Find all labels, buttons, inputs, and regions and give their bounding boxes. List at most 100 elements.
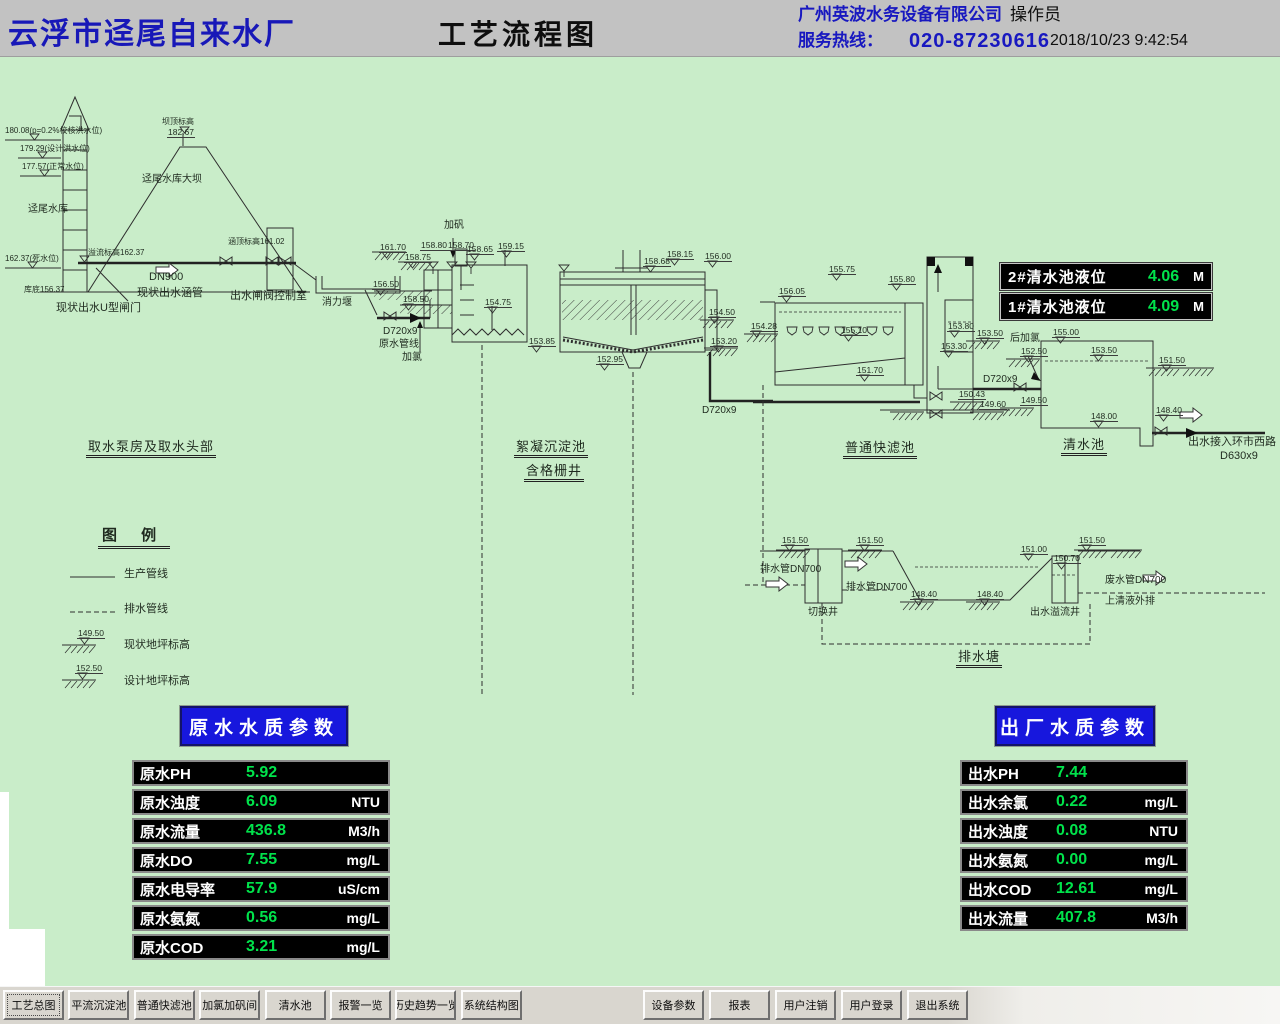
param-value: 407.8 xyxy=(1056,909,1096,927)
diagram-label-56: 153.50 xyxy=(1090,346,1118,356)
param-label: 原水DO xyxy=(140,850,246,871)
diagram-label-57: 151.50 xyxy=(1158,356,1186,366)
param-label: 出水浊度 xyxy=(968,821,1056,842)
nav-button-user-logout[interactable]: 用户注销 xyxy=(775,990,836,1020)
diagram-label-40: 156.05 xyxy=(778,287,806,297)
nav-button-history-trend[interactable]: 历史趋势一览 xyxy=(395,990,456,1020)
diagram-label-44: 154.28 xyxy=(750,322,778,332)
diagram-label-29: 154.75 xyxy=(484,298,512,308)
param-label: 原水氨氮 xyxy=(140,908,246,929)
diagram-label-46: 153.80 xyxy=(947,322,975,332)
header-bar: 云浮市迳尾自来水厂 工艺流程图 广州英波水务设备有限公司 操作员 服务热线： 0… xyxy=(0,0,1280,57)
diagram-label-37: D720x9 xyxy=(702,406,736,417)
diagram-label-83: 152.50 xyxy=(75,664,103,674)
bottom-navbar: 工艺总图平流沉淀池普通快滤池加氯加矾间清水池报警一览历史趋势一览系统结构图 设备参… xyxy=(0,986,1280,1024)
nav-button-rapid-filter[interactable]: 普通快滤池 xyxy=(134,990,195,1020)
diagram-label-75: 排水塘 xyxy=(956,650,1002,668)
param-value: 0.00 xyxy=(1056,851,1087,869)
param-value: 6.09 xyxy=(246,793,277,811)
diagram-label-34: 153.20 xyxy=(710,337,738,347)
param-label: 原水COD xyxy=(140,937,246,958)
param-value: 0.22 xyxy=(1056,793,1087,811)
diagram-label-19: 156.50 xyxy=(372,280,400,290)
diagram-label-74: 出水溢流井 xyxy=(1030,608,1080,619)
param-unit: mg/L xyxy=(1145,881,1180,897)
outlet-water-row-2: 出水浊度0.08NTU xyxy=(960,818,1188,844)
nav-button-horizontal-sedimentation[interactable]: 平流沉淀池 xyxy=(68,990,129,1020)
diagram-label-64: 151.50 xyxy=(781,536,809,546)
nav-button-device-params[interactable]: 设备参数 xyxy=(643,990,704,1020)
nav-button-alarm-list[interactable]: 报警一览 xyxy=(330,990,391,1020)
nav-button-user-login[interactable]: 用户登录 xyxy=(841,990,902,1020)
diagram-label-22: 原水管线 xyxy=(379,340,419,351)
raw-water-row-3: 原水DO7.55 mg/L xyxy=(132,847,390,873)
diagram-label-80: 排水管线 xyxy=(124,604,168,616)
level-label: 1#清水池液位 xyxy=(1008,296,1107,317)
raw-water-row-6: 原水COD3.21mg/L xyxy=(132,934,390,960)
header-info: 广州英波水务设备有限公司 操作员 服务热线： 020-87230616 2018… xyxy=(798,2,1278,54)
diagram-label-3: 迳尾水库 xyxy=(28,205,68,216)
diagram-label-41: 155.75 xyxy=(828,265,856,275)
raw-water-row-4: 原水电导率57.9uS/cm xyxy=(132,876,390,902)
param-value: 3.21 xyxy=(246,938,277,956)
diagram-label-6: 库底156.37 xyxy=(24,286,64,294)
diagram-label-28: 159.15 xyxy=(497,242,525,252)
param-value: 0.56 xyxy=(246,909,277,927)
nav-button-report[interactable]: 报表 xyxy=(709,990,770,1020)
diagram-label-70: 148.40 xyxy=(976,590,1004,600)
raw-water-row-2: 原水流量436.8M3/h xyxy=(132,818,390,844)
diagram-label-5: 溢流标高162.37 xyxy=(88,249,144,257)
diagram-label-7: 现状出水U型闸门 xyxy=(56,303,141,315)
nav-button-chlorine-alum-room[interactable]: 加氯加矾间 xyxy=(199,990,260,1020)
diagram-label-35: 153.85 xyxy=(528,337,556,347)
nav-button-system-structure[interactable]: 系统结构图 xyxy=(461,990,522,1020)
nav-button-clear-water-tank[interactable]: 清水池 xyxy=(265,990,326,1020)
param-unit: mg/L xyxy=(347,852,382,868)
diagram-label-42: 155.80 xyxy=(888,275,916,285)
param-label: 原水浊度 xyxy=(140,792,246,813)
level-display-2: 1#清水池液位4.09M xyxy=(1000,293,1212,320)
param-value: 7.55 xyxy=(246,851,277,869)
level-value: 4.09 xyxy=(1148,298,1179,316)
diagram-label-51: 149.60 xyxy=(979,400,1007,410)
window-corner-strip xyxy=(0,929,45,986)
diagram-label-76: 废水管DN700 xyxy=(1105,576,1166,587)
diagram-label-52: 普通快滤池 xyxy=(843,441,917,459)
nav-button-exit-system[interactable]: 退出系统 xyxy=(907,990,968,1020)
param-unit: M3/h xyxy=(1146,910,1180,926)
diagram-label-30: 158.68 xyxy=(643,257,671,267)
scada-screen: 云浮市迳尾自来水厂 工艺流程图 广州英波水务设备有限公司 操作员 服务热线： 0… xyxy=(0,0,1280,1024)
diagram-label-68: 151.50 xyxy=(1078,536,1106,546)
nav-button-process-overview[interactable]: 工艺总图 xyxy=(3,990,64,1020)
diagram-label-32: 156.00 xyxy=(704,252,732,262)
param-label: 出水氨氮 xyxy=(968,850,1056,871)
param-unit: uS/cm xyxy=(338,881,382,897)
raw-water-row-0: 原水PH5.92 xyxy=(132,760,390,786)
diagram-label-47: 153.30 xyxy=(940,342,968,352)
param-label: 原水流量 xyxy=(140,821,246,842)
diagram-label-14: 出水闸阀控制室 xyxy=(230,291,307,303)
diagram-label-53: 后加氯 xyxy=(1010,334,1040,345)
diagram-label-55: 152.50 xyxy=(1020,347,1048,357)
outlet-water-row-4: 出水COD12.61mg/L xyxy=(960,876,1188,902)
param-unit: mg/L xyxy=(347,910,382,926)
diagram-label-48: 153.50 xyxy=(976,329,1004,339)
hotline-number: 020-87230616 xyxy=(909,28,1050,54)
diagram-label-38: 絮凝沉淀池 xyxy=(514,440,588,458)
level-value: 4.06 xyxy=(1148,268,1179,286)
diagram-label-65: 151.50 xyxy=(856,536,884,546)
diagram-label-0: 180.08(p=0.2%校核洪水位) xyxy=(5,127,102,135)
param-unit: NTU xyxy=(351,794,382,810)
diagram-label-63: D630x9 xyxy=(1220,451,1258,463)
diagram-label-23: 加氯 xyxy=(402,353,422,364)
outlet-water-panel-title: 出厂水质参数 xyxy=(995,706,1155,746)
diagram-label-15: 取水泵房及取水头部 xyxy=(86,440,216,458)
diagram-label-26: 158.70 xyxy=(447,241,475,251)
diagram-label-11: 涵顶标高161.02 xyxy=(228,238,284,246)
diagram-label-45: 151.70 xyxy=(856,366,884,376)
outlet-water-row-5: 出水流量407.8M3/h xyxy=(960,905,1188,931)
diagram-label-17: 161.70 xyxy=(379,243,407,253)
datetime: 2018/10/23 9:42:54 xyxy=(1050,28,1188,54)
diagram-label-79: 生产管线 xyxy=(124,569,168,581)
diagram-label-13: 现状出水涵管 xyxy=(137,288,203,300)
